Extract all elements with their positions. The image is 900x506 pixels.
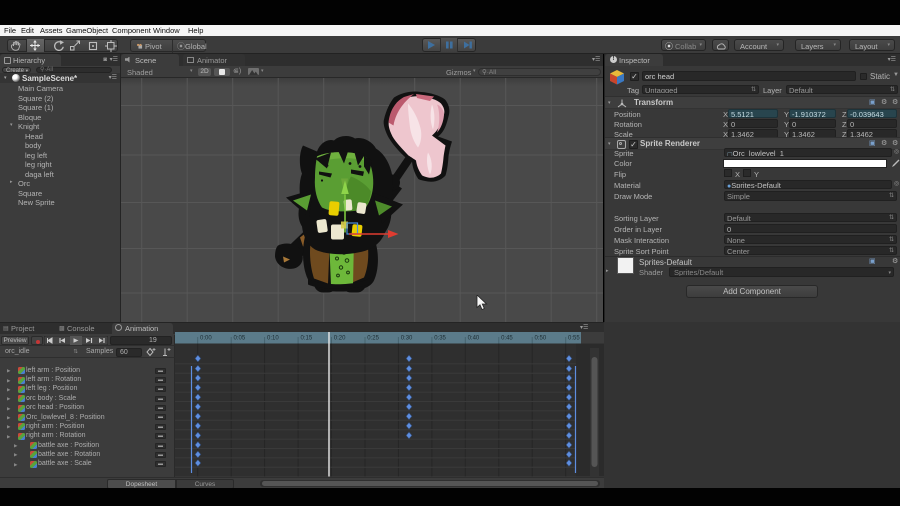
svg-text:0:05: 0:05: [234, 336, 246, 342]
svg-text:0:35: 0:35: [434, 336, 446, 342]
svg-text:0:20: 0:20: [334, 336, 346, 342]
svg-text:0:00: 0:00: [200, 336, 212, 342]
svg-text:0:15: 0:15: [301, 336, 313, 342]
svg-text:0:30: 0:30: [401, 336, 413, 342]
svg-text:0:45: 0:45: [501, 336, 513, 342]
svg-text:0:50: 0:50: [535, 336, 547, 342]
svg-text:0:55: 0:55: [568, 336, 580, 342]
svg-text:0:10: 0:10: [267, 336, 279, 342]
svg-text:0:25: 0:25: [367, 336, 379, 342]
svg-text:0:40: 0:40: [468, 336, 480, 342]
